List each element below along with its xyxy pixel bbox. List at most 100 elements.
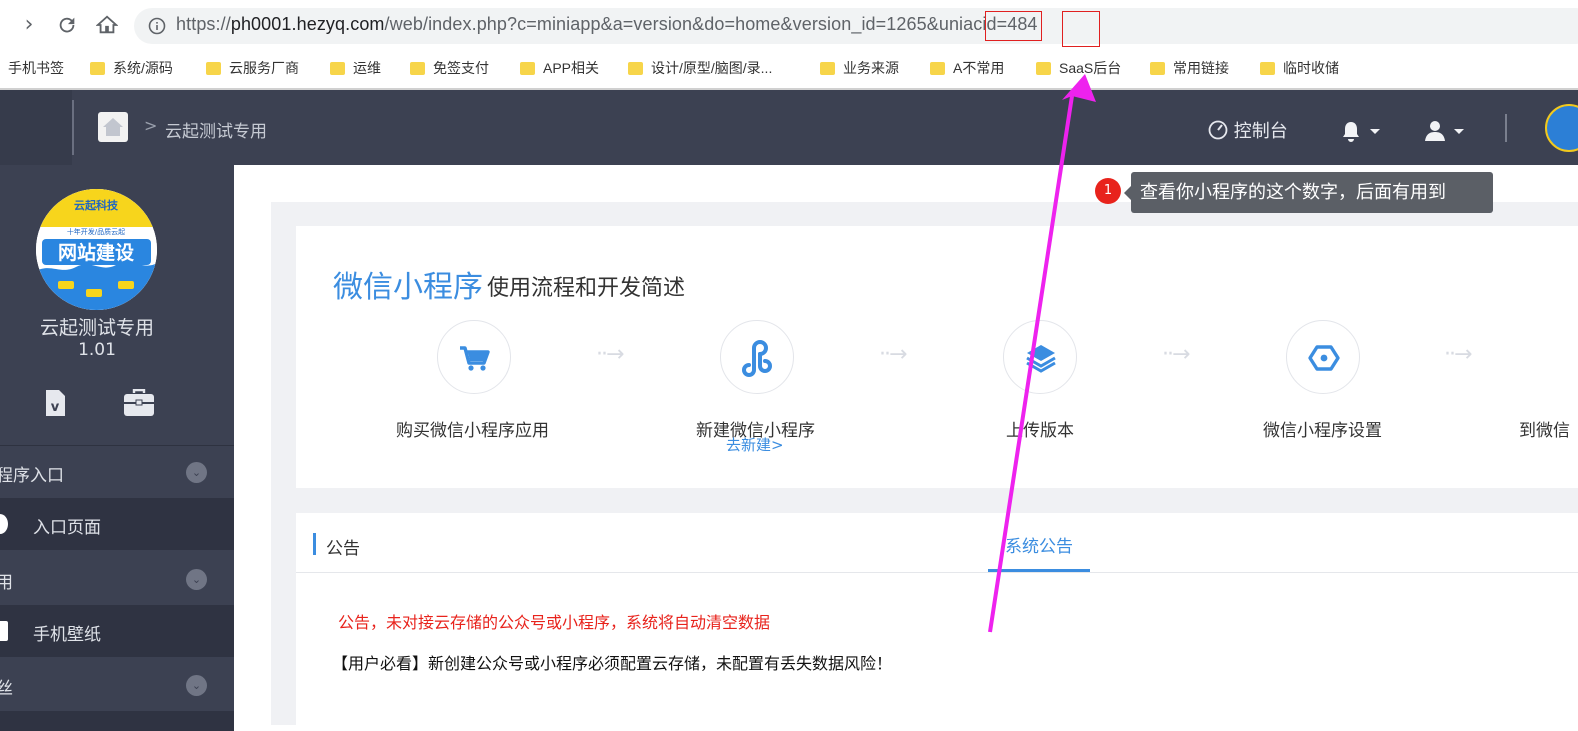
- menu-group-apps[interactable]: 用 ⌄: [0, 553, 234, 605]
- bookmark-label: 手机书签: [8, 60, 64, 76]
- menu-group-label: 程序入口: [0, 466, 64, 486]
- step-create-circle[interactable]: [720, 320, 794, 394]
- logo-brand-text: 云起科技: [74, 198, 119, 212]
- tab-system-notice[interactable]: 系统公告: [1005, 532, 1073, 557]
- uniacid-highlight-box: [985, 11, 1042, 41]
- notice-required-line[interactable]: 【用户必看】新创建公众号或小程序必须配置云存储，未配置有丢失数据风险！: [332, 650, 892, 674]
- home-icon[interactable]: [94, 12, 120, 38]
- info-icon[interactable]: [148, 17, 166, 39]
- notification-bell-icon[interactable]: [1340, 120, 1384, 146]
- step-label-upload: 上传版本: [1006, 421, 1074, 441]
- bookmark-item[interactable]: APP相关: [520, 58, 599, 78]
- folder-icon: [820, 62, 835, 75]
- house-icon: [103, 118, 123, 136]
- home-breadcrumb-button[interactable]: [98, 112, 128, 142]
- header-divider: [72, 100, 74, 155]
- step-upload-circle[interactable]: [1003, 320, 1077, 394]
- briefcase-icon[interactable]: [123, 388, 155, 421]
- svg-text:v: v: [51, 400, 60, 415]
- breadcrumb-current[interactable]: 云起测试专用: [165, 117, 267, 142]
- step-label-buy: 购买微信小程序应用: [396, 421, 549, 441]
- menu-toggle[interactable]: [0, 90, 72, 165]
- bookmark-item[interactable]: 设计/原型/脑图/录...: [628, 58, 772, 78]
- menu-group-program-entry[interactable]: 程序入口 ⌄: [0, 446, 234, 498]
- menu-item-wallpaper[interactable]: 手机壁纸: [0, 605, 234, 657]
- menu-group-fans[interactable]: 丝 ⌄: [0, 659, 234, 711]
- bookmark-label: 常用链接: [1173, 60, 1229, 76]
- annotation-tooltip: 查看你小程序的这个数字，后面有用到: [1124, 172, 1493, 213]
- step-arrow-icon: ··→: [1162, 342, 1190, 367]
- menu-item-partial[interactable]: [0, 711, 234, 731]
- menu-item-icon: [0, 514, 8, 534]
- step-arrow-icon: ··→: [596, 342, 624, 367]
- folder-icon: [410, 62, 425, 75]
- cart-icon: [460, 346, 490, 371]
- bookmark-item[interactable]: 临时收储: [1260, 58, 1339, 78]
- account-avatar[interactable]: [1545, 104, 1578, 152]
- bookmark-item[interactable]: 系统/源码: [90, 58, 173, 78]
- folder-icon: [206, 62, 221, 75]
- url-text[interactable]: https://ph0001.hezyq.com/web/index.php?c…: [176, 14, 1038, 35]
- notice-accent-bar: [313, 533, 316, 555]
- folder-icon: [1150, 62, 1165, 75]
- menu-item-entry-page[interactable]: 入口页面: [0, 498, 234, 550]
- chevron-down-icon: ⌄: [186, 569, 207, 590]
- menu-item-icon: [0, 621, 8, 641]
- layers-icon: [1026, 345, 1056, 373]
- bookmark-label: 运维: [353, 60, 381, 76]
- bookmark-item[interactable]: 手机书签: [8, 58, 64, 78]
- version-doc-icon[interactable]: v: [44, 389, 66, 421]
- folder-icon: [1260, 62, 1275, 75]
- step-label-wechat: 到微信: [1519, 421, 1570, 441]
- bookmark-item[interactable]: 免签支付: [410, 58, 489, 78]
- address-bar-row: › https://ph0001.hezyq.com/web/index.php…: [0, 0, 1578, 50]
- bookmark-label: 设计/原型/脑图/录...: [651, 60, 773, 76]
- app-logo: 云起科技 十年开发/品质云起 网站建设: [36, 189, 157, 310]
- bookmark-item[interactable]: 业务来源: [820, 58, 899, 78]
- hexagon-icon: [1308, 345, 1340, 371]
- bookmarks-bar: 手机书签 系统/源码 云服务厂商 运维 免签支付 APP相关 设计/原型/脑图/录... 业务…: [0, 52, 1578, 84]
- app-name: 云起测试专用: [39, 317, 154, 339]
- sidebar: 云起科技 十年开发/品质云起 网站建设 云起测试专用 1.01 v 程序入口 ⌄…: [0, 165, 234, 731]
- notice-divider: [296, 572, 1578, 573]
- annotation-badge: 1: [1095, 178, 1121, 204]
- notice-title: 公告: [326, 539, 360, 559]
- chevron-right-icon: >: [144, 116, 158, 135]
- chevron-down-icon: ⌄: [186, 462, 207, 483]
- flow-title-rest: 使用流程和开发简述: [487, 276, 686, 301]
- step-label-settings: 微信小程序设置: [1263, 421, 1382, 441]
- folder-icon: [520, 62, 535, 75]
- bookmark-label: SaaS后台: [1059, 60, 1122, 76]
- bookmark-label: A不常用: [953, 60, 1005, 76]
- step-settings-circle[interactable]: [1286, 320, 1360, 394]
- bookmark-item[interactable]: 云服务厂商: [206, 58, 299, 78]
- step-buy-circle[interactable]: [437, 320, 511, 394]
- forward-icon[interactable]: ›: [16, 12, 42, 38]
- folder-icon: [628, 62, 643, 75]
- uniacid-value-highlight-box: [1062, 11, 1100, 47]
- console-label: 控制台: [1233, 121, 1288, 142]
- folder-icon: [930, 62, 945, 75]
- app-version: 1.01: [78, 340, 116, 360]
- link-icon: [742, 340, 772, 377]
- user-menu-icon[interactable]: [1424, 120, 1468, 146]
- create-link[interactable]: 去新建>: [726, 434, 784, 455]
- bookmark-label: 云服务厂商: [229, 60, 299, 76]
- app-header: > 云起测试专用 控制台: [0, 90, 1578, 165]
- step-arrow-icon: ··→: [879, 342, 907, 367]
- bookmark-item[interactable]: SaaS后台: [1036, 58, 1121, 78]
- bookmark-label: 临时收储: [1283, 60, 1339, 76]
- bookmark-label: 业务来源: [843, 60, 899, 76]
- bookmark-item[interactable]: 运维: [330, 58, 381, 78]
- reload-icon[interactable]: [54, 12, 80, 38]
- notice-warning-line[interactable]: 公告，未对接云存储的公众号或小程序，系统将自动清空数据: [338, 609, 770, 633]
- menu-item-label: 手机壁纸: [33, 625, 101, 645]
- dashboard-icon: [1208, 120, 1228, 140]
- folder-icon: [330, 62, 345, 75]
- console-link[interactable]: 控制台: [1208, 117, 1288, 143]
- folder-icon: [90, 62, 105, 75]
- flow-title-accent: 微信小程序: [333, 270, 483, 305]
- bookmark-item[interactable]: A不常用: [930, 58, 1004, 78]
- bookmark-label: APP相关: [543, 60, 600, 76]
- bookmark-item[interactable]: 常用链接: [1150, 58, 1229, 78]
